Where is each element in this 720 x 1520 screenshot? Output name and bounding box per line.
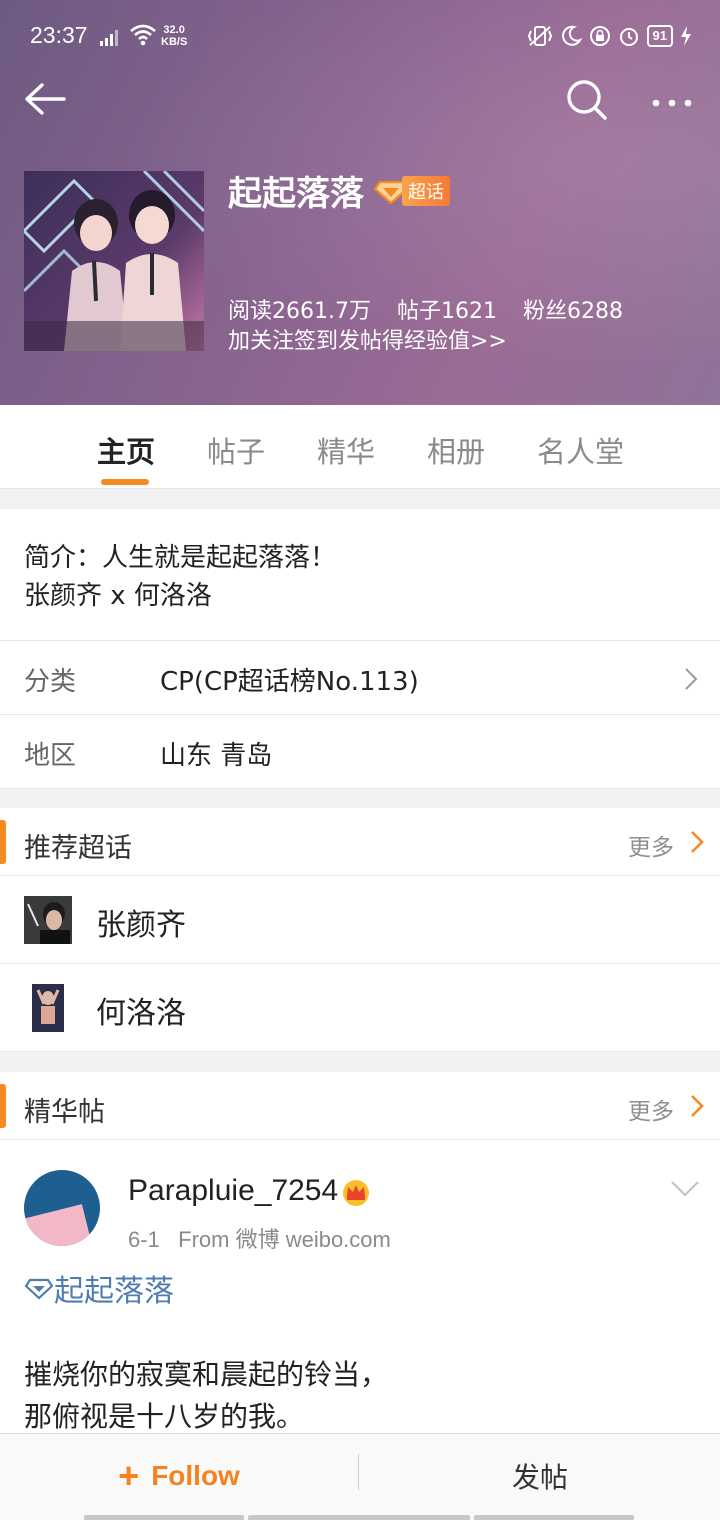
moon-icon <box>561 25 582 46</box>
lock-rotation-icon <box>589 26 610 46</box>
post-meta: 6-1 From 微博 weibo.com <box>128 1222 391 1254</box>
chevron-right-icon[interactable] <box>690 830 704 854</box>
recommended-item[interactable]: 何洛洛 <box>0 964 720 1052</box>
battery-level: 91 <box>646 25 673 47</box>
chevron-right-icon[interactable] <box>690 1094 704 1118</box>
post-date: 6-1 <box>128 1227 160 1252</box>
network-speed: 32.0 KB/S <box>161 24 187 48</box>
post-count: 帖子1621 <box>396 299 497 324</box>
more-dots-icon <box>652 99 692 107</box>
publish-label: 发帖 <box>511 1461 568 1494</box>
search-button[interactable] <box>562 76 612 126</box>
wifi-icon <box>130 24 156 46</box>
bottom-bar-divider <box>358 1454 359 1490</box>
intro-section: 简介：人生就是起起落落！ 张颜齐 x 何洛洛 <box>0 509 720 641</box>
recommended-title: 推荐超话 <box>24 833 132 864</box>
publish-post-button[interactable]: 发帖 <box>360 1434 720 1518</box>
tab-featured[interactable]: 精华 <box>317 429 375 471</box>
top-navigation <box>0 70 720 130</box>
read-count: 阅读2661.7万 <box>228 299 371 324</box>
back-button[interactable] <box>22 76 72 126</box>
diamond-icon <box>24 1278 54 1300</box>
supertopic-badge-label: 超话 <box>402 175 450 206</box>
region-row: 地区 山东 青岛 <box>0 715 720 789</box>
post-topic-link[interactable]: 起起落落 <box>24 1266 174 1310</box>
supertopic-avatar <box>24 984 72 1032</box>
user-avatar[interactable] <box>24 1170 100 1246</box>
featured-section-header: 精华帖 更多 <box>0 1072 720 1140</box>
supertopic-title: 起起落落 <box>228 174 364 214</box>
recommended-section-header: 推荐超话 更多 <box>0 808 720 876</box>
search-icon <box>567 80 607 120</box>
supertopic-avatar <box>24 896 72 944</box>
post-body: 摧烧你的寂寞和晨起的铃当， 那俯视是十八岁的我。 <box>24 1354 388 1438</box>
more-options-button[interactable] <box>648 76 700 126</box>
network-speed-unit: KB/S <box>161 36 188 48</box>
cover-illustration <box>24 171 204 351</box>
fan-count: 粉丝6288 <box>522 299 623 324</box>
tab-bar: 主页 帖子 精华 相册 名人堂 <box>0 405 720 489</box>
chevron-down-icon[interactable] <box>670 1180 700 1198</box>
recommended-more-link[interactable]: 更多 <box>628 828 674 862</box>
alarm-icon <box>619 28 638 46</box>
tab-home[interactable]: 主页 <box>97 429 155 471</box>
network-speed-value: 32.0 <box>163 24 185 36</box>
post-source: From 微博 weibo.com <box>178 1227 391 1252</box>
section-accent-bar <box>0 820 6 864</box>
vibrate-icon <box>527 26 552 46</box>
plus-icon: + <box>118 1455 140 1496</box>
intro-cp-names: 张颜齐 x 何洛洛 <box>24 581 212 611</box>
active-tab-indicator <box>101 479 149 485</box>
region-value: 山东 青岛 <box>160 741 273 771</box>
recommended-item-name: 张颜齐 <box>96 908 186 943</box>
follow-button[interactable]: + Follow <box>0 1434 358 1518</box>
nav-gesture-hint <box>84 1515 244 1520</box>
featured-title: 精华帖 <box>24 1097 105 1128</box>
region-label: 地区 <box>24 741 77 771</box>
category-row[interactable]: 分类 CP(CP超话榜No.113) <box>0 641 720 715</box>
supertopic-badge: 超话 <box>374 175 450 206</box>
tab-hall-of-fame[interactable]: 名人堂 <box>537 429 624 471</box>
post-username[interactable]: Parapluie_7254 <box>128 1174 338 1208</box>
signal-icon <box>100 30 118 46</box>
nav-gesture-hint <box>248 1515 470 1520</box>
bottom-action-bar: + Follow 发帖 <box>0 1433 720 1520</box>
featured-post[interactable]: Parapluie_7254 6-1 From 微博 weibo.com 起起落… <box>0 1140 720 1440</box>
post-body-line: 摧烧你的寂寞和晨起的铃当， <box>24 1358 389 1391</box>
supertopic-cover-image <box>24 171 204 351</box>
recommended-item-name: 何洛洛 <box>96 996 186 1031</box>
chevron-right-icon <box>685 668 698 690</box>
post-topic-label: 起起落落 <box>54 1274 174 1309</box>
nav-gesture-hint <box>474 1515 634 1520</box>
category-label: 分类 <box>24 667 77 697</box>
status-time: 23:37 <box>30 22 88 48</box>
crown-icon <box>343 1180 369 1206</box>
tab-posts[interactable]: 帖子 <box>207 429 265 471</box>
post-body-line: 那俯视是十八岁的我。 <box>24 1400 305 1433</box>
category-value: CP(CP超话榜No.113) <box>160 667 419 697</box>
checkin-cta-link[interactable]: 加关注签到发帖得经验值>> <box>228 323 507 355</box>
featured-more-link[interactable]: 更多 <box>628 1092 674 1126</box>
intro-text: 简介：人生就是起起落落！ <box>24 543 337 573</box>
status-bar: 23:37 32.0 KB/S 91 <box>30 18 692 56</box>
follow-label: Follow <box>151 1460 240 1491</box>
title-row: 起起落落 超话 <box>228 166 450 215</box>
section-accent-bar <box>0 1084 6 1128</box>
back-arrow-icon <box>25 83 66 115</box>
supertopic-stats: 阅读2661.7万 帖子1621 粉丝6288 <box>228 293 649 325</box>
recommended-item[interactable]: 张颜齐 <box>0 876 720 964</box>
charging-icon <box>681 26 691 46</box>
tab-album[interactable]: 相册 <box>427 429 485 471</box>
